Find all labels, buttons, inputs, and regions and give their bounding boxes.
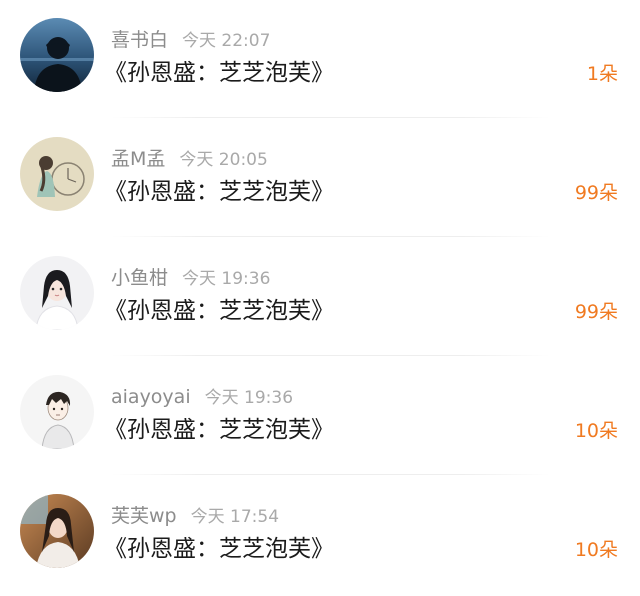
book-title[interactable]: 《孙恩盛：芝芝泡芙》: [104, 176, 334, 208]
flower-count: 99朵: [574, 301, 618, 323]
user-name[interactable]: 喜书白: [111, 29, 168, 51]
man-silhouette-sky-avatar-icon[interactable]: [20, 18, 94, 92]
book-title[interactable]: 《孙恩盛：芝芝泡芙》: [104, 414, 334, 446]
timestamp: 今天 20:05: [179, 150, 268, 170]
flower-count: 10朵: [574, 420, 618, 442]
book-title[interactable]: 《孙恩盛：芝芝泡芙》: [104, 295, 334, 327]
flower-count: 10朵: [574, 539, 618, 561]
comment-meta: 小鱼柑 今天 19:36: [111, 265, 270, 291]
timestamp: 今天 17:54: [190, 507, 280, 527]
list-item[interactable]: 芙芙wp 今天 17:54 《孙恩盛：芝芝泡芙》 10朵: [0, 476, 640, 596]
timestamp: 今天 19:36: [204, 388, 294, 408]
timestamp: 今天 19:36: [182, 269, 271, 289]
list-item[interactable]: aiayoyai 今天 19:36 《孙恩盛：芝芝泡芙》 10朵: [0, 357, 640, 477]
list-item[interactable]: 孟M孟 今天 20:05 《孙恩盛：芝芝泡芙》 99朵: [0, 119, 640, 239]
gift-comment-list: 喜书白 今天 22:07 《孙恩盛：芝芝泡芙》 1朵 孟M孟 今天 20:05 《孙…: [0, 0, 640, 588]
flower-count: 99朵: [574, 182, 618, 204]
user-name[interactable]: 孟M孟: [111, 148, 165, 170]
book-title[interactable]: 《孙恩盛：芝芝泡芙》: [104, 533, 334, 565]
divider: [111, 117, 550, 118]
girl-with-clock-illustration-avatar-icon[interactable]: [20, 137, 94, 211]
divider: [111, 474, 550, 475]
flower-count: 1朵: [586, 63, 618, 85]
anime-boy-sketch-avatar-icon[interactable]: [20, 375, 94, 449]
divider: [111, 355, 550, 356]
user-name[interactable]: 芙芙wp: [111, 505, 177, 527]
user-name[interactable]: 小鱼柑: [111, 267, 168, 289]
book-title[interactable]: 《孙恩盛：芝芝泡芙》: [104, 57, 334, 89]
list-item[interactable]: 小鱼柑 今天 19:36 《孙恩盛：芝芝泡芙》 99朵: [0, 238, 640, 358]
girl-photo-avatar-icon[interactable]: [20, 494, 94, 568]
divider: [111, 236, 550, 237]
timestamp: 今天 22:07: [182, 31, 271, 51]
comment-meta: 芙芙wp 今天 17:54: [111, 503, 279, 529]
comment-meta: 孟M孟 今天 20:05: [111, 146, 268, 172]
anime-girl-black-hair-avatar-icon[interactable]: [20, 256, 94, 330]
comment-meta: 喜书白 今天 22:07: [111, 27, 270, 53]
user-name[interactable]: aiayoyai: [111, 386, 191, 408]
comment-meta: aiayoyai 今天 19:36: [111, 384, 293, 410]
list-item[interactable]: 喜书白 今天 22:07 《孙恩盛：芝芝泡芙》 1朵: [0, 0, 640, 120]
